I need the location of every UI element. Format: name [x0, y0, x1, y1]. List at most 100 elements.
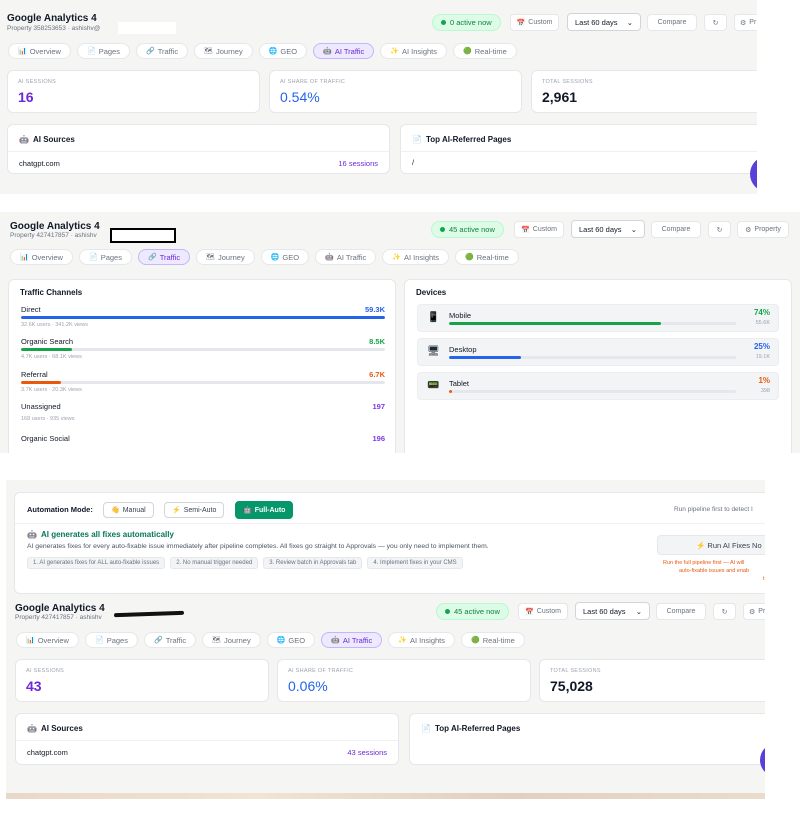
card-title-text: AI Sources	[40, 724, 83, 733]
ga4-ai-traffic-panel-1: Google Analytics 4 Property 358253653 · …	[0, 0, 757, 194]
tab-real-time[interactable]: 🟢 Real-time	[455, 249, 519, 265]
tab-pages[interactable]: 📄 Pages	[76, 43, 130, 59]
active-now-label: 0 active now	[450, 18, 492, 27]
refresh-button[interactable]: ↻	[713, 603, 736, 620]
device-bar	[449, 356, 736, 359]
tab-overview[interactable]: 📊 Overview	[10, 249, 73, 265]
map-icon: 🗺	[212, 637, 222, 644]
tab-ai-traffic[interactable]: 🤖 AI Traffic	[321, 632, 383, 648]
channel-name: Organic Search	[21, 337, 74, 346]
date-range-select[interactable]: Last 60 days ⌄	[571, 220, 645, 238]
page-icon: 📄	[94, 637, 104, 644]
mode-manual-button[interactable]: 👋 Manual	[103, 502, 154, 518]
top-pages-title: 📄 Top AI-Referred Pages	[412, 135, 511, 144]
step-chip: 3. Review batch in Approvals tab	[263, 557, 363, 569]
tab-traffic[interactable]: 🔗 Traffic	[143, 632, 197, 648]
lightning-icon: ⚡	[172, 507, 181, 514]
property-button[interactable]: ⚙ Pr	[743, 603, 765, 620]
tab-ai-traffic[interactable]: 🤖 AI Traffic	[313, 43, 375, 59]
property-button[interactable]: ⚙ Pr	[734, 14, 757, 31]
tab-label: Overview	[29, 46, 61, 56]
date-range-select[interactable]: Last 60 days ⌄	[575, 602, 650, 620]
page-title: Google Analytics 4	[7, 13, 97, 24]
tab-ai-traffic[interactable]: 🤖 AI Traffic	[315, 249, 377, 265]
compare-label: Compare	[666, 608, 696, 615]
gear-icon: ⚙	[740, 19, 747, 27]
property-info: Property 427417857 · ashishv	[10, 232, 97, 239]
devices-title: Devices	[416, 288, 446, 297]
tab-label: Real-time	[482, 635, 515, 645]
tab-label: Overview	[37, 635, 69, 645]
tab-journey[interactable]: 🗺 Journey	[196, 249, 255, 265]
custom-range-button[interactable]: 📅 Custom	[514, 221, 564, 238]
tab-overview[interactable]: 📊 Overview	[16, 632, 79, 648]
page-icon: 📄	[412, 135, 422, 144]
custom-range-button[interactable]: 📅 Custom	[518, 603, 568, 620]
page-title: Google Analytics 4	[15, 603, 105, 614]
kpi-value: 75,028	[550, 678, 593, 694]
robot-icon: 🤖	[325, 254, 334, 261]
tab-label: Traffic	[159, 252, 181, 262]
date-range-value: Last 60 days	[579, 224, 622, 234]
card-title-text: Traffic Channels	[20, 288, 83, 297]
redaction	[110, 228, 176, 243]
compare-button[interactable]: Compare	[651, 221, 701, 238]
compare-button[interactable]: Compare	[656, 603, 706, 620]
tab-ai-insights[interactable]: ✨ AI Insights	[382, 249, 450, 265]
tab-real-time[interactable]: 🟢 Real-time	[461, 632, 525, 648]
tablet-icon: 📟	[427, 380, 440, 391]
source-name: chatgpt.com	[27, 748, 68, 757]
tab-overview[interactable]: 📊 Overview	[8, 43, 71, 59]
refresh-button[interactable]: ↻	[704, 14, 727, 31]
channel-value: 6.7K	[369, 370, 385, 379]
mode-semi-auto-button[interactable]: ⚡ Semi-Auto	[164, 502, 225, 518]
tab-label: Pages	[100, 252, 122, 262]
divider	[401, 151, 757, 152]
run-note: t	[763, 576, 765, 582]
ai-sources-title: 🤖 AI Sources	[19, 135, 75, 144]
tab-geo[interactable]: 🌐 GEO	[260, 249, 310, 265]
tab-journey[interactable]: 🗺 Journey	[202, 632, 261, 648]
tab-label: Traffic	[157, 46, 179, 56]
tab-traffic[interactable]: 🔗 Traffic	[135, 43, 189, 59]
active-now-badge: 45 active now	[436, 603, 509, 620]
device-name: Mobile	[449, 311, 472, 320]
property-button[interactable]: ⚙ Property	[737, 221, 789, 238]
nav-tabs: 📊 Overview 📄 Pages 🔗 Traffic 🗺 Journey 🌐 GEO …	[16, 632, 525, 648]
date-range-select[interactable]: Last 60 days ⌄	[567, 13, 641, 31]
page-path[interactable]: /	[412, 158, 414, 167]
tab-ai-insights[interactable]: ✨ AI Insights	[380, 43, 448, 59]
device-name: Desktop	[449, 345, 477, 354]
robot-icon: 🤖	[27, 530, 37, 539]
channel-bar-fill	[21, 316, 385, 319]
tab-real-time[interactable]: 🟢 Real-time	[453, 43, 517, 59]
custom-range-button[interactable]: 📅 Custom	[510, 14, 559, 31]
tab-traffic[interactable]: 🔗 Traffic	[137, 249, 191, 265]
tab-label: Journey	[224, 635, 251, 645]
kpi-card-ai-share: AI SHARE OF TRAFFIC 0.54%	[269, 70, 522, 113]
run-ai-fixes-button[interactable]: ⚡ Run AI Fixes No	[657, 535, 765, 555]
tab-journey[interactable]: 🗺 Journey	[194, 43, 253, 59]
chart-icon: 📊	[18, 48, 27, 55]
refresh-button[interactable]: ↻	[708, 221, 731, 238]
property-info: Property 358253653 · ashishv@	[7, 25, 101, 32]
card-title-text: Top AI-Referred Pages	[434, 724, 521, 733]
compare-label: Compare	[661, 226, 691, 233]
calendar-icon: 📅	[525, 608, 534, 616]
tab-ai-insights[interactable]: ✨ AI Insights	[388, 632, 456, 648]
sparkle-icon: ✨	[392, 254, 401, 261]
compare-button[interactable]: Compare	[647, 14, 697, 31]
tab-label: AI Insights	[404, 252, 440, 262]
nav-tabs: 📊 Overview 📄 Pages 🔗 Traffic 🗺 Journey 🌐 GEO …	[10, 249, 519, 265]
kpi-card-ai-sessions: AI SESSIONS 43	[15, 659, 269, 702]
channel-value: 197	[372, 402, 385, 411]
tab-pages[interactable]: 📄 Pages	[84, 632, 138, 648]
mode-full-auto-button[interactable]: 🤖 Full-Auto	[235, 501, 294, 519]
tab-geo[interactable]: 🌐 GEO	[266, 632, 316, 648]
tab-label: AI Traffic	[342, 635, 373, 645]
device-percent: 74%	[753, 308, 770, 317]
tab-geo[interactable]: 🌐 GEO	[258, 43, 308, 59]
active-now-badge: 45 active now	[431, 221, 504, 238]
tab-pages[interactable]: 📄 Pages	[78, 249, 132, 265]
card-title-text: AI Sources	[32, 135, 75, 144]
